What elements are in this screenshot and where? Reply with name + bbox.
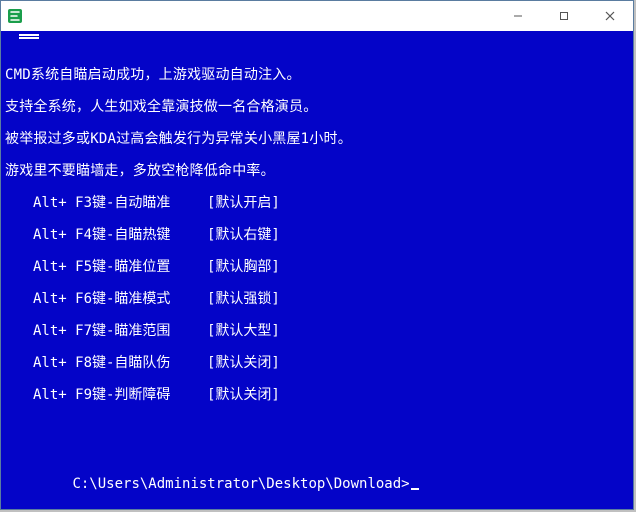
hotkey-default: [默认关闭] — [207, 387, 280, 404]
hotkey-default: [默认大型] — [207, 323, 280, 340]
hotkey-key: Alt+ F5键-瞄准位置 — [33, 259, 207, 276]
hotkey-key: Alt+ F8键-自瞄队伤 — [33, 355, 207, 372]
console-line: CMD系统自瞄启动成功，上游戏驱动自动注入。 — [5, 67, 301, 84]
hotkey-row: Alt+ F8键-自瞄队伤[默认关闭] — [5, 355, 280, 372]
hotkey-row: Alt+ F5键-瞄准位置[默认胸部] — [5, 259, 280, 276]
console-line: 被举报过多或KDA过高会触发行为异常关小黑屋1小时。 — [5, 131, 352, 148]
app-window: CMD系统自瞄启动成功，上游戏驱动自动注入。 支持全系统，人生如戏全靠演技做一名… — [0, 0, 634, 510]
window-controls — [495, 1, 633, 31]
console-line: 游戏里不要瞄墙走，多放空枪降低命中率。 — [5, 163, 275, 180]
hotkey-default: [默认胸部] — [207, 259, 280, 276]
hotkey-row: Alt+ F9键-判断障碍[默认关闭] — [5, 387, 280, 404]
hotkey-key: Alt+ F4键-自瞄热键 — [33, 227, 207, 244]
hotkey-row: Alt+ F7键-瞄准范围[默认大型] — [5, 323, 280, 340]
hotkey-key: Alt+ F7键-瞄准范围 — [33, 323, 207, 340]
prompt-line: C:\Users\Administrator\Desktop\Download> — [5, 459, 419, 509]
titlebar[interactable] — [1, 1, 633, 31]
system-menu-icon[interactable] — [19, 37, 39, 39]
console-area[interactable]: CMD系统自瞄启动成功，上游戏驱动自动注入。 支持全系统，人生如戏全靠演技做一名… — [1, 31, 633, 509]
minimize-button[interactable] — [495, 1, 541, 31]
hotkey-default: [默认强锁] — [207, 291, 280, 308]
hotkey-default: [默认开启] — [207, 195, 280, 212]
console-line: 支持全系统，人生如戏全靠演技做一名合格演员。 — [5, 99, 317, 116]
hotkey-key: Alt+ F6键-瞄准模式 — [33, 291, 207, 308]
hotkey-row: Alt+ F6键-瞄准模式[默认强锁] — [5, 291, 280, 308]
prompt-text: C:\Users\Administrator\Desktop\Download> — [72, 476, 409, 492]
hotkey-key: Alt+ F9键-判断障碍 — [33, 387, 207, 404]
hotkey-default: [默认右键] — [207, 227, 280, 244]
hotkey-row: Alt+ F4键-自瞄热键[默认右键] — [5, 227, 280, 244]
maximize-button[interactable] — [541, 1, 587, 31]
hotkey-row: Alt+ F3键-自动瞄准[默认开启] — [5, 195, 280, 212]
hotkey-default: [默认关闭] — [207, 355, 280, 372]
close-button[interactable] — [587, 1, 633, 31]
app-icon — [7, 8, 23, 24]
hotkey-key: Alt+ F3键-自动瞄准 — [33, 195, 207, 212]
cursor — [411, 488, 419, 490]
